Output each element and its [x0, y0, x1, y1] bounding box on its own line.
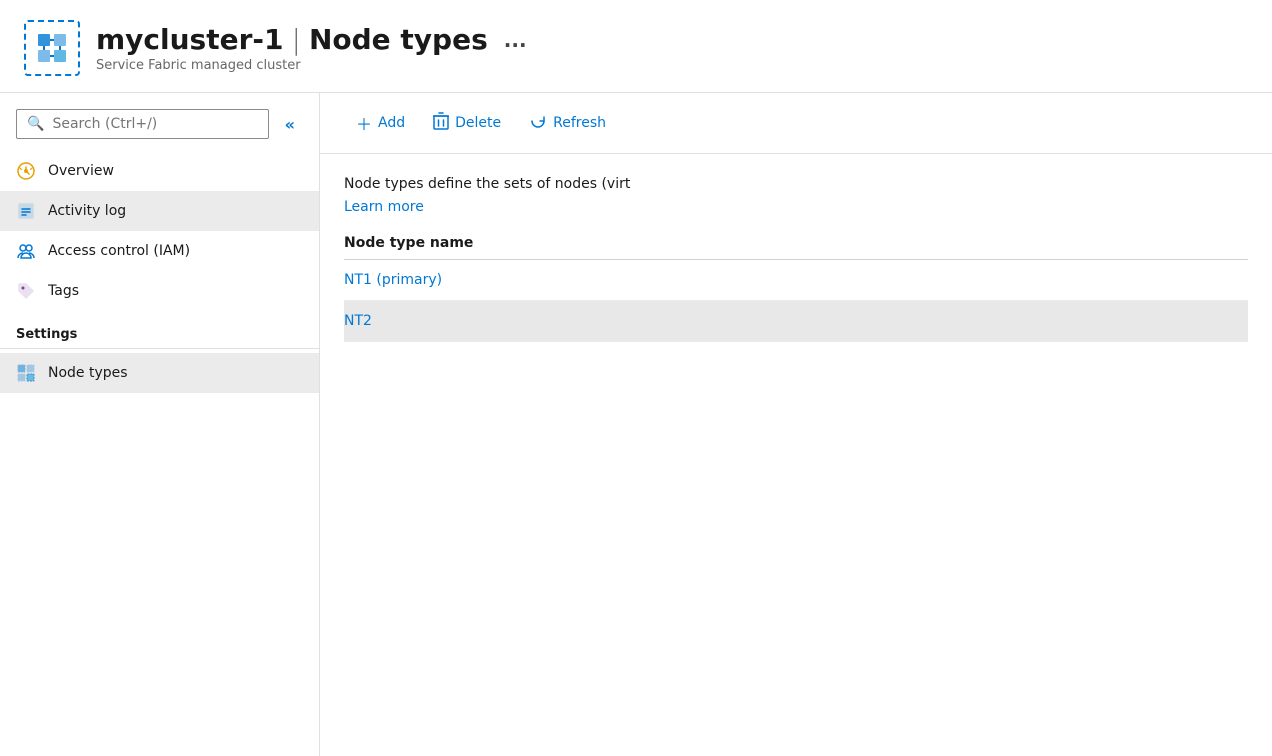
- settings-section-header: Settings: [0, 311, 319, 348]
- cluster-name: mycluster-1: [96, 23, 284, 56]
- node-type-nt1[interactable]: NT1 (primary): [344, 272, 1248, 288]
- more-options-button[interactable]: ...: [496, 24, 535, 56]
- page-title: mycluster-1 | Node types ...: [96, 23, 1248, 56]
- search-input[interactable]: [52, 116, 257, 132]
- column-header-node-type-name: Node type name: [344, 235, 1248, 251]
- cluster-icon: [24, 20, 80, 76]
- add-button[interactable]: ＋ Add: [344, 105, 417, 141]
- sidebar-item-tags-label: Tags: [48, 283, 79, 299]
- content-area: Node types define the sets of nodes (vir…: [320, 154, 1272, 756]
- node-types-table: Node type name NT1 (primary) NT2: [344, 235, 1248, 342]
- sidebar-item-iam-label: Access control (IAM): [48, 243, 190, 259]
- learn-more-link[interactable]: Learn more: [344, 199, 1248, 215]
- sidebar-item-node-types[interactable]: Node types: [0, 353, 319, 393]
- toolbar: ＋ Add Delete: [320, 93, 1272, 154]
- iam-icon: [16, 241, 36, 261]
- table-row[interactable]: NT1 (primary): [344, 260, 1248, 301]
- description-text: Node types define the sets of nodes (vir…: [344, 174, 1248, 195]
- node-type-nt2[interactable]: NT2: [344, 313, 1248, 329]
- sidebar-item-tags[interactable]: Tags: [0, 271, 319, 311]
- table-header: Node type name: [344, 235, 1248, 260]
- title-separator: |: [292, 23, 301, 56]
- node-types-icon: [16, 363, 36, 383]
- activity-log-icon: [16, 201, 36, 221]
- collapse-sidebar-button[interactable]: «: [277, 111, 303, 138]
- sidebar-item-access-control[interactable]: Access control (IAM): [0, 231, 319, 271]
- add-icon: ＋: [356, 111, 372, 135]
- refresh-button[interactable]: Refresh: [517, 106, 618, 140]
- header-text: mycluster-1 | Node types ... Service Fab…: [96, 23, 1248, 73]
- search-icon: 🔍: [27, 116, 44, 132]
- sidebar-item-overview-label: Overview: [48, 163, 114, 179]
- page-header: mycluster-1 | Node types ... Service Fab…: [0, 0, 1272, 93]
- sidebar-item-overview[interactable]: Overview: [0, 151, 319, 191]
- right-content: ＋ Add Delete: [320, 93, 1272, 756]
- refresh-icon: [529, 112, 547, 134]
- app-container: mycluster-1 | Node types ... Service Fab…: [0, 0, 1272, 756]
- delete-icon: [433, 112, 449, 134]
- page-subtitle: Service Fabric managed cluster: [96, 58, 1248, 73]
- refresh-label: Refresh: [553, 115, 606, 131]
- tags-icon: [16, 281, 36, 301]
- search-box[interactable]: 🔍: [16, 109, 269, 139]
- sidebar-item-activity-log[interactable]: Activity log: [0, 191, 319, 231]
- search-container: 🔍 «: [0, 93, 319, 151]
- section-name: Node types: [309, 23, 488, 56]
- sidebar-item-activity-log-label: Activity log: [48, 203, 126, 219]
- main-content: 🔍 « Overview: [0, 93, 1272, 756]
- add-label: Add: [378, 115, 405, 131]
- sidebar: 🔍 « Overview: [0, 93, 320, 756]
- sidebar-item-node-types-label: Node types: [48, 365, 128, 381]
- delete-button[interactable]: Delete: [421, 106, 513, 140]
- table-row[interactable]: NT2: [344, 301, 1248, 342]
- overview-icon: [16, 161, 36, 181]
- delete-label: Delete: [455, 115, 501, 131]
